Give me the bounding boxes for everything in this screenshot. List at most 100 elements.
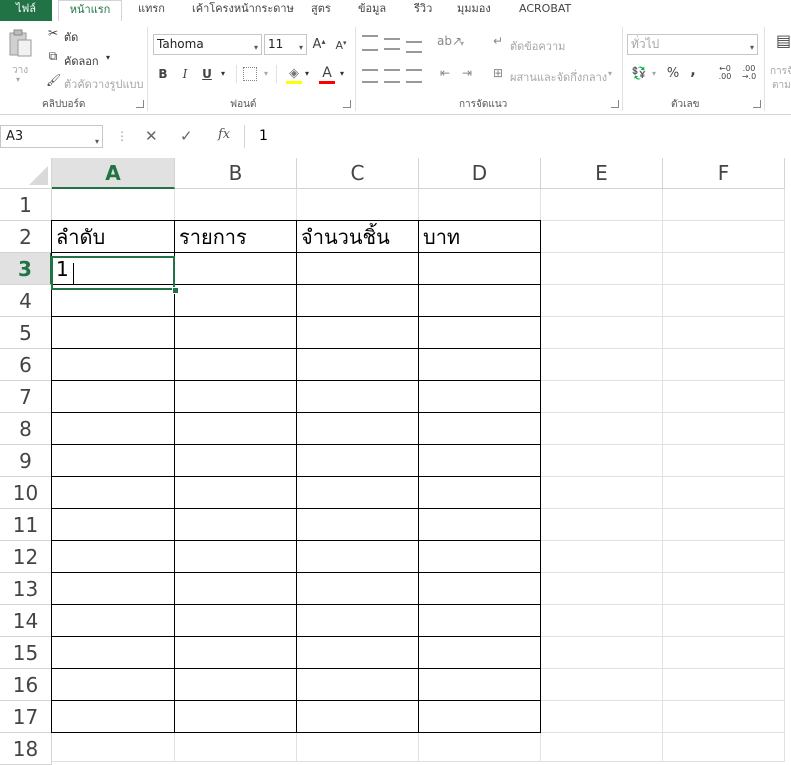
- cell-a4[interactable]: [52, 285, 175, 317]
- row-header-10[interactable]: 10: [0, 477, 52, 509]
- cell-d7[interactable]: [419, 381, 541, 413]
- cell-c13[interactable]: [297, 573, 419, 605]
- number-launcher-icon[interactable]: [753, 100, 761, 108]
- cell-d8[interactable]: [419, 413, 541, 445]
- cell-c15[interactable]: [297, 637, 419, 669]
- cell-e6[interactable]: [541, 349, 663, 381]
- decrease-font-size-icon[interactable]: A▾: [334, 39, 348, 52]
- enter-icon[interactable]: ✓: [180, 127, 193, 145]
- row-header-8[interactable]: 8: [0, 413, 52, 445]
- cell-b11[interactable]: [175, 509, 297, 541]
- cell-f7[interactable]: [663, 381, 785, 413]
- formula-input[interactable]: 1: [259, 128, 268, 144]
- select-all-corner[interactable]: [0, 158, 52, 189]
- row-header-13[interactable]: 13: [0, 573, 52, 605]
- row-header-1[interactable]: 1: [0, 189, 52, 221]
- cell-c4[interactable]: [297, 285, 419, 317]
- alignment-launcher-icon[interactable]: [611, 100, 619, 108]
- underline-button[interactable]: U: [200, 67, 214, 81]
- row-header-7[interactable]: 7: [0, 381, 52, 413]
- cell-f4[interactable]: [663, 285, 785, 317]
- decrease-indent-icon[interactable]: ⇤: [437, 66, 453, 80]
- row-header-9[interactable]: 9: [0, 445, 52, 477]
- cell-e8[interactable]: [541, 413, 663, 445]
- cell-b4[interactable]: [175, 285, 297, 317]
- cell-c5[interactable]: [297, 317, 419, 349]
- row-header-15[interactable]: 15: [0, 637, 52, 669]
- cell-b3[interactable]: [175, 253, 297, 285]
- borders-dropdown-icon[interactable]: ▾: [264, 69, 268, 78]
- cell-e5[interactable]: [541, 317, 663, 349]
- cell-f9[interactable]: [663, 445, 785, 477]
- orientation-icon[interactable]: ab↗: [437, 34, 462, 48]
- cell-c18[interactable]: [297, 733, 419, 762]
- cell-c9[interactable]: [297, 445, 419, 477]
- cell-c8[interactable]: [297, 413, 419, 445]
- cell-b15[interactable]: [175, 637, 297, 669]
- cell-c11[interactable]: [297, 509, 419, 541]
- fill-color-dropdown-icon[interactable]: ▾: [305, 69, 309, 78]
- increase-font-size-icon[interactable]: A▴: [312, 37, 326, 52]
- cell-e1[interactable]: [541, 189, 663, 221]
- cell-f12[interactable]: [663, 541, 785, 573]
- cell-a13[interactable]: [52, 573, 175, 605]
- cell-e12[interactable]: [541, 541, 663, 573]
- column-header-e[interactable]: E: [541, 158, 663, 189]
- italic-button[interactable]: I: [178, 67, 192, 81]
- tab-acrobat[interactable]: ACROBAT: [519, 0, 571, 21]
- cell-e15[interactable]: [541, 637, 663, 669]
- cell-f2[interactable]: [663, 221, 785, 253]
- cell-f6[interactable]: [663, 349, 785, 381]
- cell-b2[interactable]: รายการ: [175, 221, 297, 253]
- cell-c14[interactable]: [297, 605, 419, 637]
- cell-f14[interactable]: [663, 605, 785, 637]
- format-painter-button[interactable]: ตัวคัดวางรูปแบบ: [64, 75, 144, 93]
- font-launcher-icon[interactable]: [343, 100, 351, 108]
- column-header-d[interactable]: D: [419, 158, 541, 189]
- cell-a16[interactable]: [52, 669, 175, 701]
- paste-label[interactable]: วาง: [12, 63, 28, 78]
- cell-a17[interactable]: [52, 701, 175, 733]
- cell-b5[interactable]: [175, 317, 297, 349]
- cell-b13[interactable]: [175, 573, 297, 605]
- orientation-dropdown-icon[interactable]: ▾: [460, 39, 464, 48]
- column-header-a[interactable]: A: [52, 158, 175, 189]
- cell-f15[interactable]: [663, 637, 785, 669]
- cell-e17[interactable]: [541, 701, 663, 733]
- row-header-17[interactable]: 17: [0, 701, 52, 733]
- cell-e18[interactable]: [541, 733, 663, 762]
- cell-a14[interactable]: [52, 605, 175, 637]
- paste-button[interactable]: [7, 29, 33, 59]
- cell-d3[interactable]: [419, 253, 541, 285]
- wrap-text-button[interactable]: ตัดข้อความ: [510, 37, 565, 55]
- cell-f1[interactable]: [663, 189, 785, 221]
- cell-d1[interactable]: [419, 189, 541, 221]
- tab-view[interactable]: มุมมอง: [457, 0, 491, 21]
- tab-page-layout[interactable]: เค้าโครงหน้ากระดาษ: [192, 0, 294, 21]
- cell-d16[interactable]: [419, 669, 541, 701]
- percent-button[interactable]: %: [666, 66, 680, 81]
- row-header-16[interactable]: 16: [0, 669, 52, 701]
- cell-d4[interactable]: [419, 285, 541, 317]
- insert-function-icon[interactable]: fx: [218, 127, 230, 142]
- cell-e7[interactable]: [541, 381, 663, 413]
- cell-c17[interactable]: [297, 701, 419, 733]
- currency-icon[interactable]: 💱: [630, 66, 648, 80]
- cell-f16[interactable]: [663, 669, 785, 701]
- cell-e13[interactable]: [541, 573, 663, 605]
- cell-f8[interactable]: [663, 413, 785, 445]
- cell-c10[interactable]: [297, 477, 419, 509]
- fill-color-icon[interactable]: ◈: [286, 66, 302, 81]
- copy-button[interactable]: คัดลอก: [64, 52, 99, 70]
- cell-d13[interactable]: [419, 573, 541, 605]
- conditional-formatting-icon[interactable]: ▤: [776, 31, 791, 50]
- cell-d9[interactable]: [419, 445, 541, 477]
- decrease-decimal-icon[interactable]: .00 →.0: [740, 65, 758, 81]
- cell-b17[interactable]: [175, 701, 297, 733]
- copy-dropdown-icon[interactable]: ▾: [106, 53, 110, 62]
- font-size-select[interactable]: 11 ▾: [264, 34, 307, 55]
- cell-e14[interactable]: [541, 605, 663, 637]
- cut-button[interactable]: ตัด: [64, 28, 78, 46]
- cell-e4[interactable]: [541, 285, 663, 317]
- comma-button[interactable]: ,: [688, 63, 698, 79]
